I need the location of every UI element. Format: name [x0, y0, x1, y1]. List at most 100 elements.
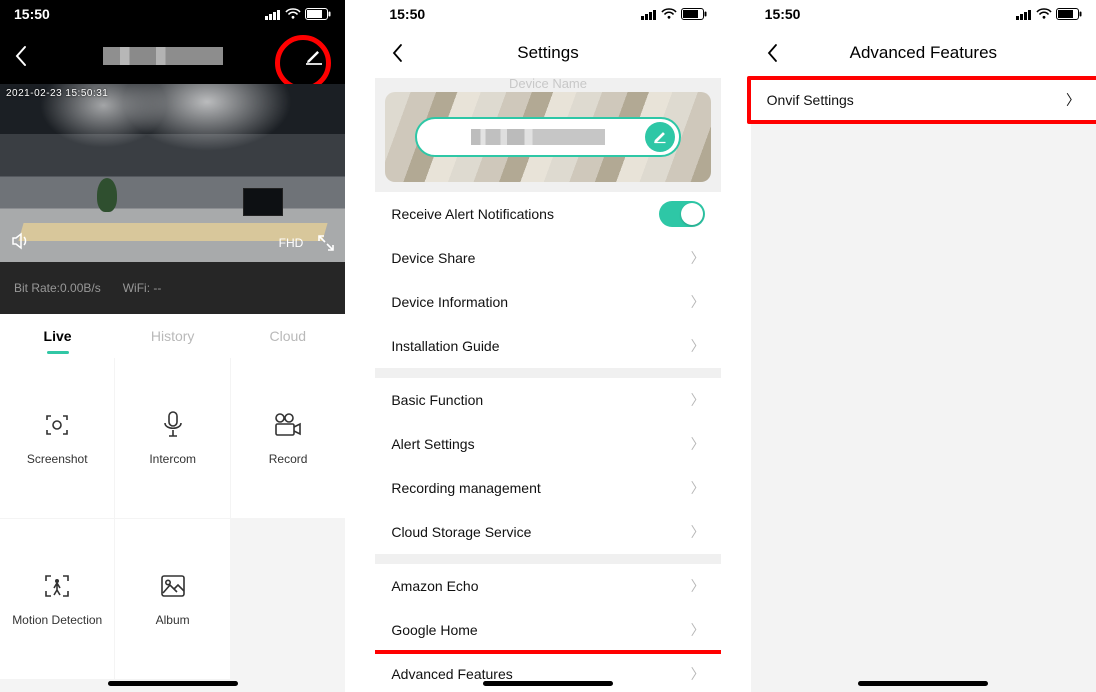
row-label: Recording management	[391, 480, 540, 496]
chevron-left-icon	[766, 43, 779, 63]
chevron-right-icon: 〉	[691, 434, 705, 454]
row-label: Receive Alert Notifications	[391, 206, 554, 222]
settings-navbar: Settings	[375, 28, 720, 78]
wifi-icon	[1036, 8, 1052, 20]
advanced-navbar: Advanced Features	[751, 28, 1096, 78]
audio-toggle[interactable]	[10, 230, 32, 252]
action-motion-detection[interactable]: Motion Detection	[0, 519, 114, 679]
settings-list[interactable]: Device Name Receive Alert Notifications …	[375, 78, 720, 692]
row-amazon-echo[interactable]: Amazon Echo 〉	[375, 564, 720, 608]
screen-camera: 15:50 202	[0, 0, 345, 692]
chevron-right-icon: 〉	[691, 522, 705, 542]
album-icon	[158, 571, 188, 601]
bitrate-label: Bit Rate:0.00B/s	[14, 281, 101, 295]
status-time: 15:50	[14, 6, 50, 22]
wifi-label: WiFi: --	[123, 281, 162, 295]
screenshot-icon	[42, 410, 72, 440]
row-label: Basic Function	[391, 392, 483, 408]
row-advanced-features[interactable]: Advanced Features 〉	[375, 652, 720, 692]
highlight-edit-circle	[275, 35, 331, 91]
status-time: 15:50	[765, 6, 801, 22]
battery-icon	[305, 8, 331, 20]
row-label: Device Share	[391, 250, 475, 266]
row-installation-guide[interactable]: Installation Guide 〉	[375, 324, 720, 368]
row-google-home[interactable]: Google Home 〉	[375, 608, 720, 652]
edit-name-button[interactable]	[645, 122, 675, 152]
wifi-icon	[285, 8, 301, 20]
camera-live-feed[interactable]: 2021-02-23 15:50:31 FHD	[0, 84, 345, 262]
home-indicator[interactable]	[108, 681, 238, 686]
row-device-information[interactable]: Device Information 〉	[375, 280, 720, 324]
page-title: Advanced Features	[850, 43, 997, 63]
chevron-right-icon: 〉	[691, 336, 705, 356]
back-button[interactable]	[383, 39, 411, 67]
back-button[interactable]	[14, 45, 28, 67]
feed-info-bar: Bit Rate:0.00B/s WiFi: --	[0, 262, 345, 314]
chevron-right-icon: 〉	[691, 576, 705, 596]
row-label: Amazon Echo	[391, 578, 478, 594]
device-name-value	[471, 129, 606, 145]
chevron-right-icon: 〉	[691, 292, 705, 312]
row-recording-management[interactable]: Recording management 〉	[375, 466, 720, 510]
row-basic-function[interactable]: Basic Function 〉	[375, 378, 720, 422]
chevron-left-icon	[391, 43, 404, 63]
device-hero	[385, 92, 710, 182]
action-grid: Screenshot Intercom Record Motion Detect…	[0, 358, 345, 692]
row-label: Alert Settings	[391, 436, 474, 452]
cellular-icon	[265, 9, 281, 20]
action-label: Album	[156, 613, 190, 627]
tab-live[interactable]: Live	[0, 314, 115, 358]
row-onvif-settings[interactable]: Onvif Settings 〉	[751, 78, 1096, 122]
device-name-field[interactable]	[415, 117, 682, 157]
action-label: Screenshot	[27, 452, 88, 466]
chevron-right-icon: 〉	[691, 390, 705, 410]
feed-tabs: Live History Cloud	[0, 314, 345, 358]
row-label: Device Information	[391, 294, 508, 310]
cellular-icon	[641, 9, 657, 20]
status-bar: 15:50	[0, 0, 345, 28]
row-alert-settings[interactable]: Alert Settings 〉	[375, 422, 720, 466]
row-device-share[interactable]: Device Share 〉	[375, 236, 720, 280]
cellular-icon	[1016, 9, 1032, 20]
action-record[interactable]: Record	[231, 358, 345, 518]
action-album[interactable]: Album	[115, 519, 229, 679]
chevron-right-icon: 〉	[691, 664, 705, 684]
action-label: Record	[269, 452, 308, 466]
fullscreen-button[interactable]	[317, 234, 335, 252]
home-indicator[interactable]	[858, 681, 988, 686]
home-indicator[interactable]	[483, 681, 613, 686]
speaker-icon	[10, 230, 32, 252]
camera-title	[103, 47, 223, 65]
status-bar: 15:50	[751, 0, 1096, 28]
status-bar: 15:50	[375, 0, 720, 28]
chevron-right-icon: 〉	[691, 478, 705, 498]
row-cloud-storage[interactable]: Cloud Storage Service 〉	[375, 510, 720, 554]
resolution-label[interactable]: FHD	[279, 236, 304, 250]
battery-icon	[1056, 8, 1082, 20]
page-title: Settings	[517, 43, 578, 63]
battery-icon	[681, 8, 707, 20]
action-screenshot[interactable]: Screenshot	[0, 358, 114, 518]
row-alert-notifications[interactable]: Receive Alert Notifications	[375, 192, 720, 236]
action-intercom[interactable]: Intercom	[115, 358, 229, 518]
expand-icon	[317, 234, 335, 252]
chevron-right-icon: 〉	[1066, 90, 1080, 110]
back-button[interactable]	[759, 39, 787, 67]
action-empty	[231, 519, 345, 679]
advanced-list[interactable]: Onvif Settings 〉	[751, 78, 1096, 692]
motion-icon	[42, 571, 72, 601]
tab-cloud[interactable]: Cloud	[230, 314, 345, 358]
row-label: Installation Guide	[391, 338, 499, 354]
wifi-icon	[661, 8, 677, 20]
camera-top-bar	[0, 28, 345, 84]
edit-button[interactable]	[297, 39, 331, 73]
microphone-icon	[158, 410, 188, 440]
row-label: Advanced Features	[391, 666, 512, 682]
row-label: Cloud Storage Service	[391, 524, 531, 540]
status-time: 15:50	[389, 6, 425, 22]
screen-advanced-features: 15:50 Advanced Features Onvif Set	[751, 0, 1096, 692]
action-label: Intercom	[149, 452, 196, 466]
alerts-toggle[interactable]	[659, 201, 705, 227]
pencil-icon	[652, 129, 668, 145]
tab-history[interactable]: History	[115, 314, 230, 358]
